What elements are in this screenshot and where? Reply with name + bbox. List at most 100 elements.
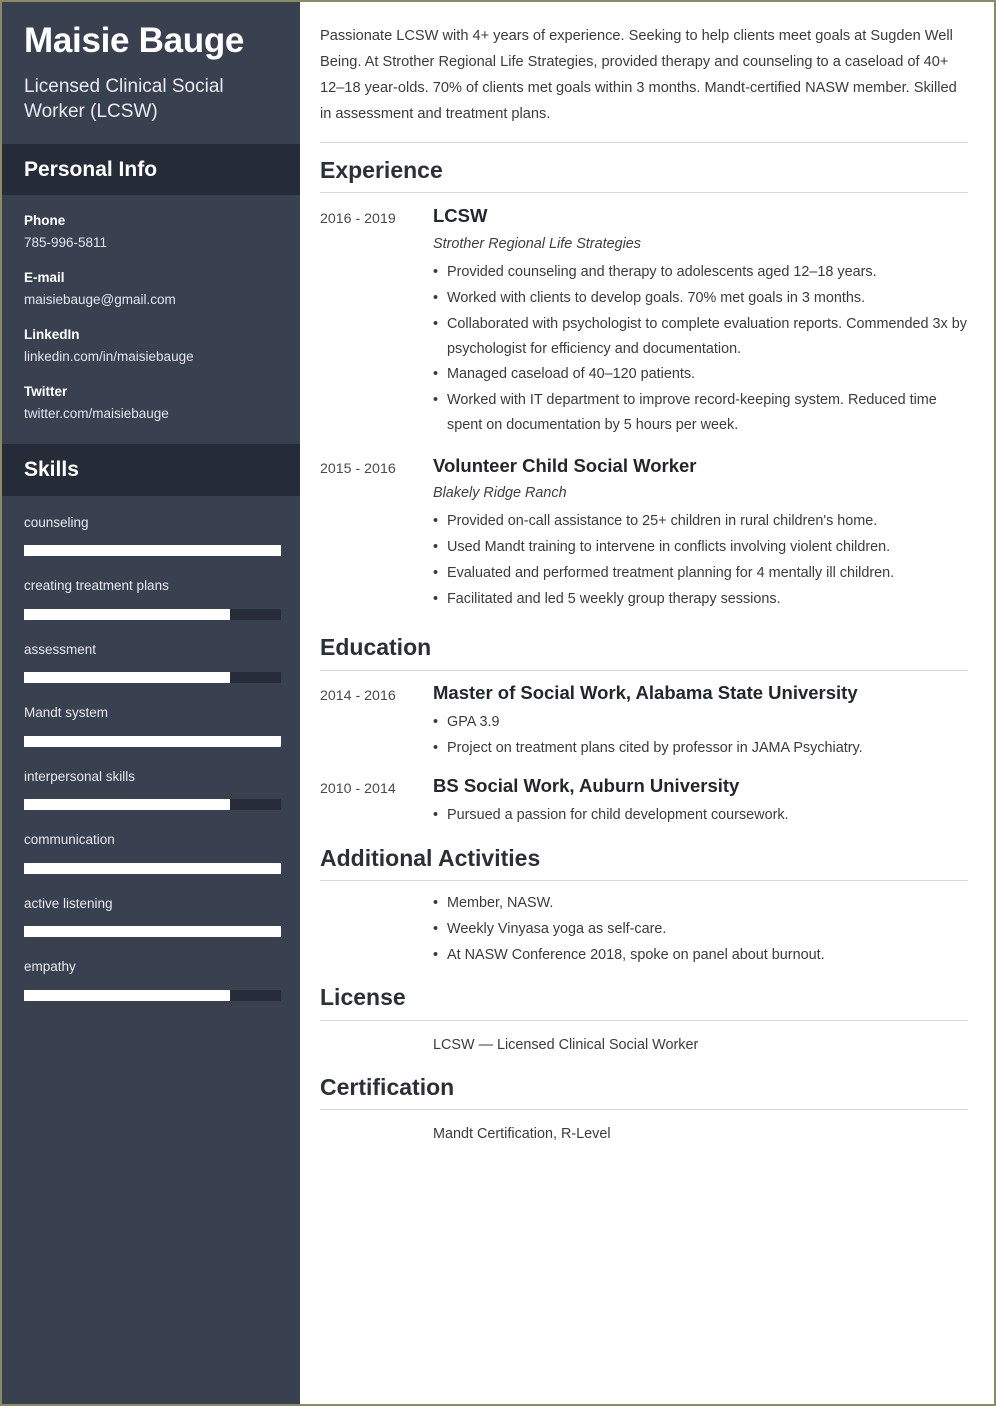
entry-bullet-list: GPA 3.9 Project on treatment plans cited…	[433, 710, 968, 761]
experience-entry: 2015 - 2016 Volunteer Child Social Worke…	[320, 443, 968, 621]
main-content: Passionate LCSW with 4+ years of experie…	[300, 2, 994, 1404]
entry-body: LCSW — Licensed Clinical Social Worker	[433, 1031, 968, 1058]
skill-label: Mandt system	[24, 705, 109, 721]
contact-value[interactable]: maisiebauge@gmail.com	[24, 290, 278, 310]
entry-dates: 2014 - 2016	[320, 687, 396, 704]
contact-label: LinkedIn	[24, 326, 80, 342]
skill-label: assessment	[24, 641, 97, 657]
skill-label: creating treatment plans	[24, 578, 169, 594]
section-heading-certification: Certification	[320, 1073, 455, 1100]
entry-body: Master of Social Work, Alabama State Uni…	[433, 681, 968, 762]
section-heading-license: License	[320, 984, 406, 1011]
personal-info-heading: Personal Info	[24, 157, 158, 181]
entry-dates: 2010 - 2014	[320, 780, 396, 797]
sidebar: Maisie Bauge Licensed Clinical Social Wo…	[2, 2, 300, 1404]
skill-label: empathy	[24, 959, 76, 975]
license-text: LCSW — Licensed Clinical Social Worker	[433, 1036, 699, 1053]
list-item: Evaluated and performed treatment planni…	[433, 561, 968, 586]
list-item: Project on treatment plans cited by prof…	[433, 736, 968, 761]
entry-body: BS Social Work, Auburn University Pursue…	[433, 774, 968, 829]
skill-label: interpersonal skills	[24, 768, 136, 784]
skill-item: empathy	[24, 958, 281, 1001]
entry-role: LCSW	[433, 205, 488, 227]
section-experience: Experience 2016 - 2019 LCSW Strother Reg…	[320, 143, 968, 620]
skill-item: counseling	[24, 514, 281, 557]
skill-level-bar	[24, 545, 281, 557]
contact-item-email: E-mail maisiebauge@gmail.com	[24, 268, 278, 310]
entry-dates-empty	[320, 1120, 433, 1123]
entry-dates-empty	[320, 891, 433, 894]
list-item: Member, NASW.	[433, 891, 968, 916]
list-item: Facilitated and led 5 weekly group thera…	[433, 587, 968, 612]
skill-item: active listening	[24, 895, 281, 938]
skill-level-fill	[24, 926, 281, 938]
entry-dates: 2016 - 2019	[320, 211, 396, 228]
contact-label: Phone	[24, 213, 66, 229]
candidate-name: Maisie Bauge	[24, 21, 245, 60]
skill-level-fill	[24, 608, 230, 620]
skills-heading-band: Skills	[2, 444, 300, 496]
education-entry: 2014 - 2016 Master of Social Work, Alaba…	[320, 671, 968, 764]
entry-organization: Strother Regional Life Strategies	[433, 235, 641, 252]
skill-level-fill	[24, 545, 281, 557]
resume-page: Maisie Bauge Licensed Clinical Social Wo…	[0, 0, 996, 1406]
section-heading-education: Education	[320, 634, 432, 661]
skill-item: Mandt system	[24, 704, 281, 747]
skill-item: communication	[24, 831, 281, 874]
skill-item: interpersonal skills	[24, 768, 281, 811]
entry-bullet-list: Provided counseling and therapy to adole…	[433, 260, 968, 437]
section-heading-additional-activities: Additional Activities	[320, 844, 541, 871]
skill-level-bar	[24, 672, 281, 684]
skill-level-bar	[24, 862, 281, 874]
experience-entry: 2016 - 2019 LCSW Strother Regional Life …	[320, 193, 968, 442]
list-item: Managed caseload of 40–120 patients.	[433, 362, 968, 387]
skill-level-bar	[24, 926, 281, 938]
skill-item: creating treatment plans	[24, 577, 281, 620]
list-item: Pursued a passion for child development …	[433, 803, 968, 828]
entry-body: LCSW Strother Regional Life Strategies P…	[433, 204, 968, 438]
skill-level-bar	[24, 735, 281, 747]
certification-text: Mandt Certification, R-Level	[433, 1126, 611, 1143]
contact-value[interactable]: twitter.com/maisiebauge	[24, 404, 278, 424]
skill-label: active listening	[24, 895, 113, 911]
entry-body: Member, NASW. Weekly Vinyasa yoga as sel…	[433, 891, 968, 968]
entry-bullet-list: Provided on-call assistance to 25+ child…	[433, 509, 968, 611]
list-item: Provided on-call assistance to 25+ child…	[433, 509, 968, 534]
list-item: Provided counseling and therapy to adole…	[433, 260, 968, 285]
personal-info-list: Phone 785-996-5811 E-mail maisiebauge@gm…	[2, 195, 300, 444]
skills-list: counseling creating treatment plans asse…	[2, 496, 300, 1021]
entry-body: Volunteer Child Social Worker Blakely Ri…	[433, 454, 968, 613]
skill-label: counseling	[24, 514, 89, 530]
entry-dates: 2015 - 2016	[320, 460, 396, 477]
skill-level-bar	[24, 799, 281, 811]
entry-degree: Master of Social Work, Alabama State Uni…	[433, 681, 858, 703]
professional-summary: Passionate LCSW with 4+ years of experie…	[320, 28, 957, 122]
section-license: License LCSW — Licensed Clinical Social …	[320, 970, 968, 1059]
list-item: GPA 3.9	[433, 710, 968, 735]
skills-heading: Skills	[24, 458, 79, 482]
list-item: Used Mandt training to intervene in conf…	[433, 535, 968, 560]
license-entry: LCSW — Licensed Clinical Social Worker	[320, 1021, 968, 1060]
contact-item-phone: Phone 785-996-5811	[24, 211, 278, 253]
contact-value[interactable]: 785-996-5811	[24, 233, 278, 253]
section-additional-activities: Additional Activities Member, NASW. Week…	[320, 831, 968, 971]
entry-organization: Blakely Ridge Ranch	[433, 484, 567, 501]
candidate-job-title: Licensed Clinical Social Worker (LCSW)	[24, 75, 224, 122]
entry-dates-empty	[320, 1031, 433, 1034]
entry-bullet-list: Pursued a passion for child development …	[433, 803, 968, 828]
list-item: Worked with clients to develop goals. 70…	[433, 286, 968, 311]
section-education: Education 2014 - 2016 Master of Social W…	[320, 620, 968, 830]
certification-entry: Mandt Certification, R-Level	[320, 1110, 968, 1149]
skill-level-fill	[24, 672, 230, 684]
contact-value[interactable]: linkedin.com/in/maisiebauge	[24, 347, 278, 367]
list-item: At NASW Conference 2018, spoke on panel …	[433, 943, 968, 968]
contact-label: E-mail	[24, 269, 65, 285]
entry-body: Mandt Certification, R-Level	[433, 1120, 968, 1147]
section-heading-experience: Experience	[320, 156, 443, 183]
entry-degree: BS Social Work, Auburn University	[433, 774, 740, 796]
list-item: Weekly Vinyasa yoga as self-care.	[433, 917, 968, 942]
contact-item-twitter: Twitter twitter.com/maisiebauge	[24, 382, 278, 424]
activities-entry: Member, NASW. Weekly Vinyasa yoga as sel…	[320, 881, 968, 970]
list-item: Collaborated with psychologist to comple…	[433, 312, 968, 362]
section-certification: Certification Mandt Certification, R-Lev…	[320, 1060, 968, 1149]
